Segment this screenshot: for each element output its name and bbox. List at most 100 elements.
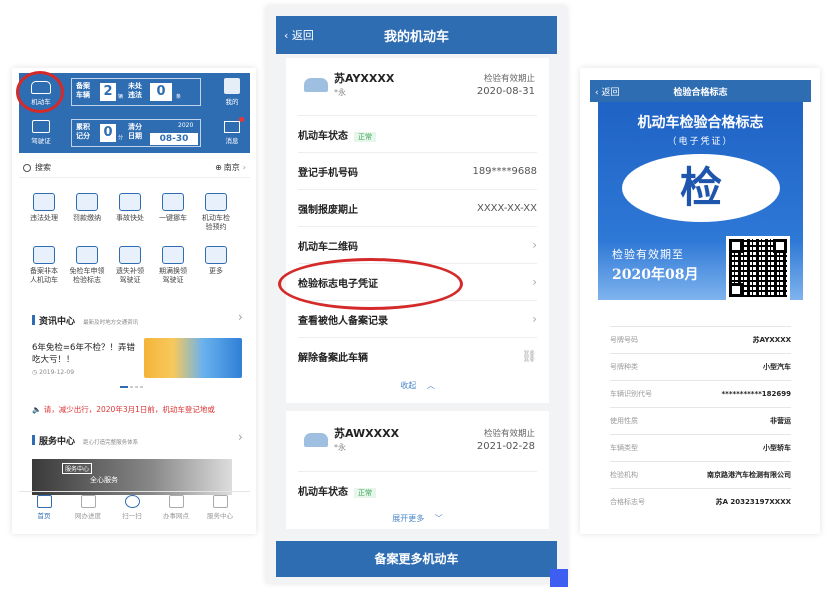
service-icon — [119, 193, 141, 211]
license-icon — [32, 120, 50, 133]
location-icon: ⊕ — [215, 163, 222, 172]
mine-shortcut[interactable]: 我的 — [217, 78, 247, 106]
car-plate: 苏AWXXXX — [334, 427, 400, 440]
collapse-button[interactable]: 收起 ︿ — [286, 380, 549, 391]
chevron-right-icon: › — [242, 163, 246, 172]
chevron-down-icon: ﹀ — [434, 514, 443, 523]
tab-item[interactable]: 服务中心 — [200, 495, 240, 520]
chevron-right-icon: › — [532, 275, 537, 289]
tab-item[interactable]: 首页 — [24, 495, 64, 520]
remove-filing-row[interactable]: 解除备案此车辆 ⛓ — [298, 337, 537, 374]
tab-item[interactable]: 扫一扫 — [112, 495, 152, 520]
tab-icon — [36, 495, 52, 508]
search-bar[interactable]: 搜索 ⊕ 南京 › — [19, 158, 250, 178]
avatar-icon — [224, 78, 240, 94]
expand-button[interactable]: 展开更多 ﹀ — [286, 513, 549, 524]
cert-subtitle: （电子凭证） — [667, 137, 734, 147]
service-item[interactable]: 免检车申领 检验标志 — [65, 246, 109, 285]
vehicle-card: 苏AWXXXX *永 检验有效期止 2021-02-28 机动车状态 正常 展开更… — [286, 411, 549, 529]
search-icon — [23, 163, 31, 172]
cert-detail-row: 车辆类型 小型轿车 — [610, 434, 791, 461]
license-shortcut[interactable]: 驾驶证 — [23, 118, 59, 145]
status-row: 机动车状态 正常 — [298, 115, 537, 152]
vehicle-qr-row[interactable]: 机动车二维码 › — [298, 226, 537, 263]
mail-icon — [224, 117, 244, 133]
speaker-icon: 🔈 — [32, 405, 42, 414]
cert-detail-row: 检验机构 南京路港汽车检测有限公司 — [610, 461, 791, 488]
tab-item[interactable]: 网办进度 — [68, 495, 108, 520]
valid-label: 检验有效期至 — [612, 248, 684, 261]
vehicle-card: 苏AYXXXX *永 检验有效期止 2020-08-31 机动车状态 正常 登记手… — [286, 58, 549, 403]
message-shortcut[interactable]: 消息 — [217, 117, 247, 145]
scrap-date-row: 强制报废期止 XXXX-XX-XX — [298, 189, 537, 226]
tab-icon — [124, 495, 140, 508]
certificate: 机动车检验合格标志 （电子凭证） 检 检验有效期至 2020年08月 号牌号码苏… — [598, 102, 803, 518]
tab-icon — [80, 495, 96, 508]
service-banner[interactable]: 服务中心 全心服务 — [32, 459, 232, 495]
phone-row: 登记手机号码 189****9688 — [298, 152, 537, 189]
cert-detail-row: 车辆识别代号 ***********182699 — [610, 380, 791, 407]
points-tile[interactable]: 累积 记分 0 分 清分 日期 2020 08-30 — [71, 119, 201, 147]
service-item[interactable]: 更多 — [194, 246, 238, 276]
chevron-right-icon: › — [532, 238, 537, 252]
tab-icon — [168, 495, 184, 508]
home-screen: 机动车 备案 车辆 2 辆 未处 违法 0 条 我的 驾驶证 累积 记分 0 分… — [12, 68, 256, 534]
my-vehicles-screen: ‹ 返回 我的机动车 苏AYXXXX *永 检验有效期止 2020-08-31 … — [266, 6, 567, 583]
nav-bar: ‹ 返回 我的机动车 — [276, 16, 557, 54]
service-item[interactable]: 备案非本 人机动车 — [22, 246, 66, 285]
service-item[interactable]: 机动车检 验预约 — [194, 193, 238, 232]
add-vehicle-button[interactable]: 备案更多机动车 — [276, 541, 557, 577]
cert-title: 机动车检验合格标志 — [637, 115, 764, 131]
service-item[interactable]: 罚款缴纳 — [65, 193, 109, 223]
service-section-title: 服务中心 距心打造完整服务体系 — [39, 437, 139, 447]
service-item[interactable]: 遗失补领 驾驶证 — [108, 246, 152, 285]
section-bar — [32, 315, 35, 325]
highlight-circle — [16, 71, 64, 113]
service-item[interactable]: 一键挪车 — [151, 193, 195, 223]
city-selector[interactable]: 南京 — [224, 162, 240, 173]
chevron-right-icon: › — [532, 312, 537, 326]
cert-detail-row: 使用性质 非营运 — [610, 407, 791, 434]
service-icon — [162, 193, 184, 211]
car-icon — [304, 78, 328, 92]
section-bar — [32, 435, 35, 445]
valid-date: 2020年08月 — [612, 267, 699, 283]
nav-bar: ‹ 返回 检验合格标志 — [590, 80, 811, 102]
news-banner-image — [144, 338, 242, 378]
service-icon — [205, 246, 227, 264]
cert-detail-row: 号牌号码 苏AYXXXX — [610, 326, 791, 353]
tab-item[interactable]: 办事网点 — [156, 495, 196, 520]
certificate-header: 机动车检验合格标志 （电子凭证） 检 检验有效期至 2020年08月 — [598, 102, 803, 300]
notice-marquee[interactable]: 🔈 请，减少出行，2020年3月1日前，机动车登记地或 — [32, 404, 250, 415]
page-title: 我的机动车 — [383, 30, 449, 45]
unread-dot-icon — [239, 117, 244, 122]
status-badge: 正常 — [354, 487, 376, 498]
status-badge: 正常 — [354, 131, 376, 142]
news-item[interactable]: 6年免检=6年不检？！弄错吃大亏！！ ◷ 2019-12-09 — [32, 338, 242, 380]
chevron-right-icon[interactable]: › — [238, 310, 243, 324]
corner-square — [550, 569, 568, 587]
service-icon — [33, 246, 55, 264]
service-icon — [162, 246, 184, 264]
inspection-seal: 检 — [622, 154, 780, 222]
chevron-right-icon[interactable]: › — [238, 430, 243, 444]
tab-icon — [212, 495, 228, 508]
unlink-icon: ⛓ — [521, 349, 537, 363]
page-title: 检验合格标志 — [673, 88, 728, 98]
service-item[interactable]: 期满换领 驾驶证 — [151, 246, 195, 285]
car-icon — [304, 433, 328, 447]
cert-detail-row: 合格标志号 苏A 20323197XXXX — [610, 488, 791, 515]
cert-detail-row: 号牌种类 小型汽车 — [610, 353, 791, 380]
inspection-cert-screen: ‹ 返回 检验合格标志 机动车检验合格标志 （电子凭证） 检 检验有效期至 20… — [580, 68, 820, 534]
home-header: 机动车 备案 车辆 2 辆 未处 违法 0 条 我的 驾驶证 累积 记分 0 分… — [16, 71, 250, 153]
filed-vehicles-tile[interactable]: 备案 车辆 2 辆 未处 违法 0 条 — [71, 78, 201, 106]
qr-code-icon — [726, 236, 790, 300]
service-icon — [119, 246, 141, 264]
service-item[interactable]: 违法处理 — [22, 193, 66, 223]
status-row: 机动车状态 正常 — [298, 471, 537, 508]
tab-bar-divider — [19, 491, 250, 492]
service-icon — [76, 193, 98, 211]
car-plate: 苏AYXXXX — [334, 72, 395, 85]
service-icon — [76, 246, 98, 264]
service-item[interactable]: 事故快处 — [108, 193, 152, 223]
